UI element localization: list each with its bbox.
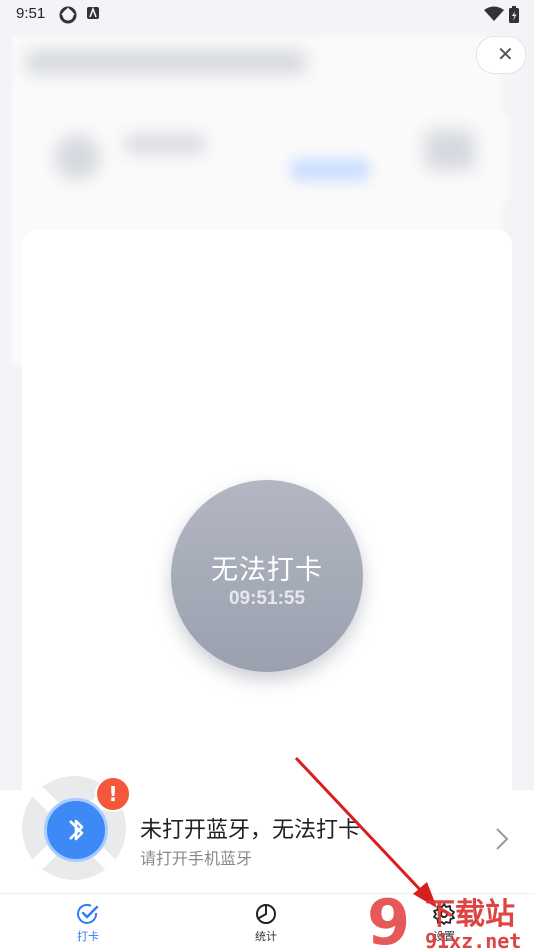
svg-text:下载站: 下载站 bbox=[425, 897, 515, 932]
svg-text:91xz.net: 91xz.net bbox=[425, 929, 521, 950]
watermark-logo: 9 下载站 91xz.net bbox=[367, 886, 521, 950]
svg-text:9: 9 bbox=[367, 886, 410, 950]
annotation-arrow bbox=[294, 756, 437, 908]
